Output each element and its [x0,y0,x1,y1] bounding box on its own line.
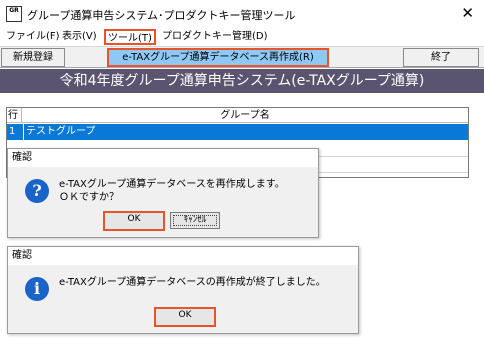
table-header: 行 グループ名 [7,108,468,123]
menu-bar: ファイル(F) 表示(V) ツール(T) プロダクトキー管理(D) [0,28,484,46]
dialog-message: e-TAXグループ通算データベースの再作成が終了しました。 [59,277,326,288]
row-group-name: テストグループ [23,124,95,140]
window-title: グループ通算申告システム･プロダクトキー管理ツール [27,9,296,22]
dialog-message-question: ＯＫですか？ [59,192,119,203]
dialog-title: 確認 [8,149,318,167]
ok-button[interactable]: OK [103,211,165,231]
menu-file[interactable]: ファイル(F) [4,29,62,45]
title-bar: GR グループ通算申告システム･プロダクトキー管理ツール ✕ [0,0,484,28]
dialog-title: 確認 [8,247,358,265]
column-header-row: 行 [8,110,18,121]
row-number: 1 [9,126,16,137]
confirm-dialog: 確認 ? e-TAXグループ通算データベースを再作成します。 ＯＫですか？ OK… [7,148,319,238]
system-banner: 令和4年度グループ通算申告システム(e-TAXグループ通算) [0,69,484,93]
close-icon[interactable]: ✕ [461,4,474,22]
info-icon: i [25,277,49,301]
toolbar: 新規登録 e-TAXグループ通算データベース再作成(R) 終了 [0,46,484,68]
ok-button[interactable]: OK [154,307,216,327]
table-row[interactable]: 1 テストグループ [7,124,468,140]
done-dialog: 確認 i e-TAXグループ通算データベースの再作成が終了しました。 OK [7,246,359,334]
new-button[interactable]: 新規登録 [1,48,65,67]
rebuild-database-button[interactable]: e-TAXグループ通算データベース再作成(R) [107,48,329,67]
cancel-button[interactable]: ｷｬﾝｾﾙ [170,212,220,229]
dialog-message: e-TAXグループ通算データベースを再作成します。 [59,179,285,190]
app-icon: GR [6,6,22,22]
menu-product-key[interactable]: プロダクトキー管理(D) [160,29,270,45]
column-header-group-name: グループ名 [21,108,468,123]
question-icon: ? [25,179,49,203]
focus-rect [173,215,217,226]
menu-view[interactable]: 表示(V) [60,29,99,45]
menu-tools[interactable]: ツール(T) [104,29,156,45]
exit-button[interactable]: 終了 [403,48,479,67]
